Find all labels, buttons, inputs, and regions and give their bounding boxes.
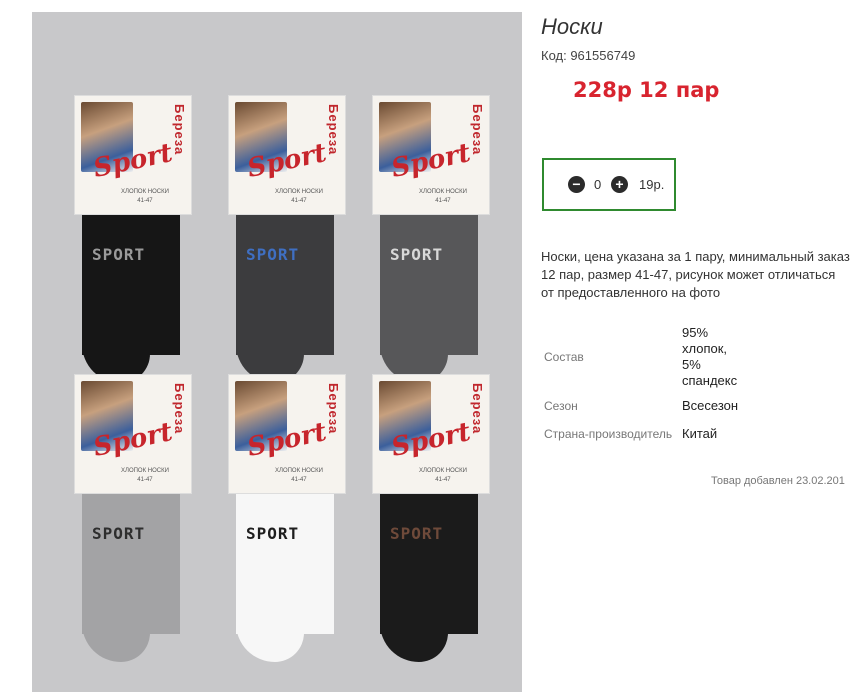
quantity-value[interactable]: 0 bbox=[594, 177, 601, 192]
sock-item: Береза Sport ХЛОПОК НОСКИ 41-47 SPORT bbox=[228, 374, 346, 674]
sock-foot bbox=[236, 604, 304, 662]
tag-brand: Береза bbox=[172, 383, 187, 435]
sock-item: Береза Sport ХЛОПОК НОСКИ 41-47 SPORT bbox=[372, 374, 490, 674]
tag-small-text: ХЛОПОК НОСКИ 41-47 bbox=[121, 468, 169, 483]
sock-item: Береза Sport ХЛОПОК НОСКИ 41-47 SPORT bbox=[228, 95, 346, 395]
product-price: 228р 12 пар bbox=[573, 78, 720, 102]
plus-circle-icon[interactable]: + bbox=[611, 176, 628, 193]
sock-label: SPORT bbox=[246, 524, 300, 543]
sock-tag: Береза Sport ХЛОПОК НОСКИ 41-47 bbox=[228, 95, 346, 215]
tag-brand: Береза bbox=[326, 383, 341, 435]
product-description: Носки, цена указана за 1 пару, минимальн… bbox=[541, 249, 850, 300]
property-name: Сезон bbox=[544, 399, 578, 413]
tag-brand: Береза bbox=[326, 104, 341, 156]
sock-label: SPORT bbox=[246, 245, 300, 264]
property-name: Страна-производитель bbox=[544, 427, 673, 441]
tag-small-text: ХЛОПОК НОСКИ 41-47 bbox=[275, 189, 323, 204]
sock-tag: Береза Sport ХЛОПОК НОСКИ 41-47 bbox=[372, 374, 490, 494]
sock-tag: Береза Sport ХЛОПОК НОСКИ 41-47 bbox=[372, 95, 490, 215]
tag-small-text: ХЛОПОК НОСКИ 41-47 bbox=[419, 189, 467, 204]
tag-brand: Береза bbox=[172, 104, 187, 156]
tag-small-text: ХЛОПОК НОСКИ 41-47 bbox=[275, 468, 323, 483]
sock-foot bbox=[380, 604, 448, 662]
sock-tag: Береза Sport ХЛОПОК НОСКИ 41-47 bbox=[228, 374, 346, 494]
sock-tag: Береза Sport ХЛОПОК НОСКИ 41-47 bbox=[74, 95, 192, 215]
unit-price: 19р. bbox=[639, 177, 665, 192]
product-code: Код: 961556749 bbox=[541, 48, 636, 63]
property-value: 95% хлопок, 5% спандекс bbox=[682, 325, 738, 388]
sock-label: SPORT bbox=[92, 524, 146, 543]
sock-label: SPORT bbox=[390, 524, 444, 543]
property-name: Состав bbox=[544, 350, 584, 364]
sock-item: Береза Sport ХЛОПОК НОСКИ 41-47 SPORT bbox=[372, 95, 490, 395]
tag-brand: Береза bbox=[470, 104, 485, 156]
added-date: Товар добавлен 23.02.201 bbox=[711, 475, 845, 487]
product-title: Носки bbox=[541, 14, 603, 39]
tag-small-text: ХЛОПОК НОСКИ 41-47 bbox=[121, 189, 169, 204]
tag-small-text: ХЛОПОК НОСКИ 41-47 bbox=[419, 468, 467, 483]
quantity-stepper: − 0 + 19р. bbox=[542, 158, 676, 211]
sock-label: SPORT bbox=[390, 245, 444, 264]
sock-foot bbox=[82, 604, 150, 662]
product-photo[interactable]: Береза Sport ХЛОПОК НОСКИ 41-47 SPORT Береза S… bbox=[32, 12, 522, 692]
tag-brand: Береза bbox=[470, 383, 485, 435]
sock-label: SPORT bbox=[92, 245, 146, 264]
sock-item: Береза Sport ХЛОПОК НОСКИ 41-47 SPORT bbox=[74, 95, 192, 395]
property-value: Китай bbox=[682, 426, 718, 441]
property-value: Всесезон bbox=[682, 398, 739, 413]
sock-tag: Береза Sport ХЛОПОК НОСКИ 41-47 bbox=[74, 374, 192, 494]
minus-circle-icon[interactable]: − bbox=[568, 176, 585, 193]
sock-item: Береза Sport ХЛОПОК НОСКИ 41-47 SPORT bbox=[74, 374, 192, 674]
